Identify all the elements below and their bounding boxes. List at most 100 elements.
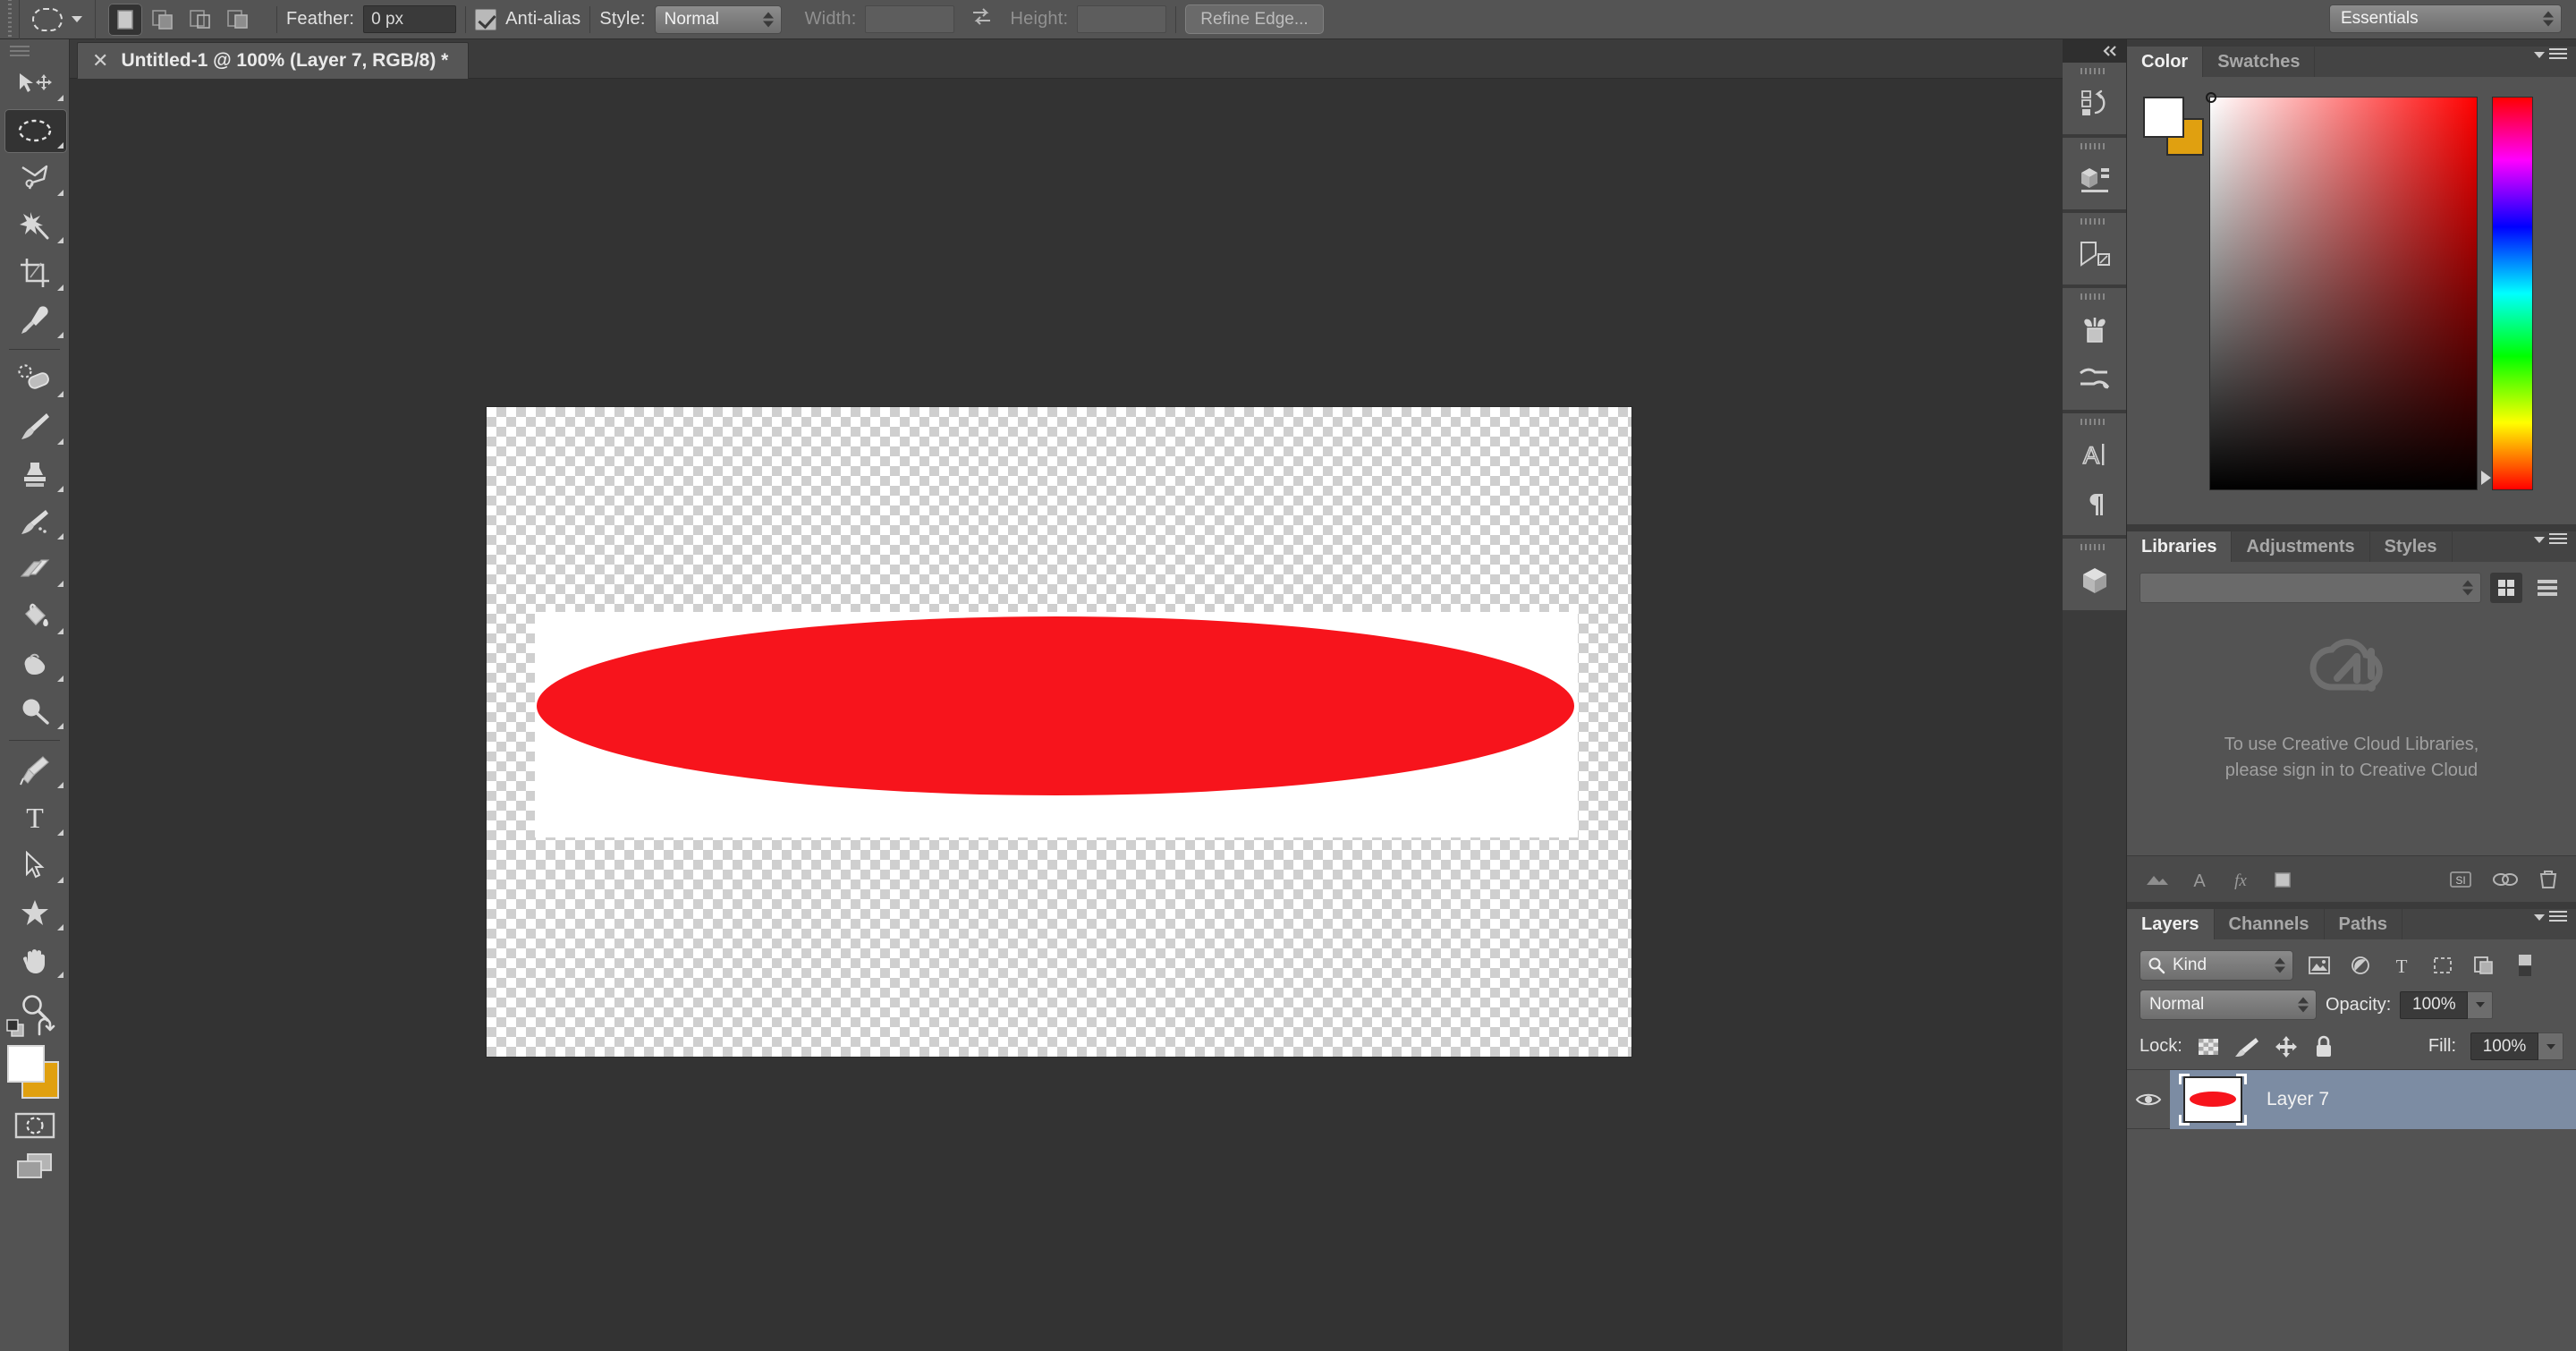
opacity-input[interactable]: 100%	[2400, 990, 2469, 1019]
grid-view-button[interactable]	[2490, 573, 2522, 603]
paragraph-panel-button[interactable]	[2063, 480, 2126, 530]
tab-styles[interactable]: Styles	[2369, 531, 2453, 562]
refine-edge-button[interactable]: Refine Edge...	[1185, 4, 1324, 34]
spinner-icon[interactable]	[2275, 957, 2285, 973]
link-library-icon[interactable]	[2492, 869, 2519, 890]
hue-slider[interactable]	[2492, 97, 2533, 490]
library-select[interactable]	[2140, 573, 2481, 603]
brush-presets-panel-button[interactable]	[2063, 304, 2126, 354]
document-tab[interactable]: ✕ Untitled-1 @ 100% (Layer 7, RGB/8) *	[77, 42, 470, 79]
add-character-style-icon[interactable]: A	[2190, 869, 2209, 890]
eyedropper-tool[interactable]	[0, 296, 70, 344]
layer-thumbnail[interactable]	[2183, 1075, 2242, 1123]
filter-smart-object-button[interactable]	[2469, 953, 2499, 978]
collapse-panels-button[interactable]	[2063, 39, 2126, 63]
opacity-dropdown-button[interactable]	[2468, 990, 2494, 1019]
dock-grip[interactable]	[2063, 138, 2126, 154]
layers-panel-menu-button[interactable]	[2534, 911, 2567, 924]
elliptical-marquee-tool[interactable]	[0, 106, 70, 154]
3d-panel-button[interactable]	[2063, 555, 2126, 605]
spinner-icon[interactable]	[2543, 11, 2554, 27]
hand-tool[interactable]	[0, 936, 70, 983]
delete-icon[interactable]	[2538, 869, 2558, 890]
anti-alias-toggle[interactable]: Anti-alias	[475, 8, 580, 30]
layer-name[interactable]: Layer 7	[2267, 1089, 2329, 1110]
character-panel-button[interactable]: A	[2063, 429, 2126, 480]
color-picker-marker[interactable]	[2206, 92, 2216, 103]
tab-color[interactable]: Color	[2127, 47, 2204, 77]
table-row[interactable]: Layer 7	[2127, 1069, 2576, 1129]
tab-libraries[interactable]: Libraries	[2127, 531, 2233, 562]
history-brush-tool[interactable]	[0, 497, 70, 545]
fill-control[interactable]: 100%	[2470, 1032, 2563, 1060]
history-panel-button[interactable]	[2063, 79, 2126, 129]
close-icon[interactable]: ✕	[92, 51, 108, 71]
filter-toggle-button[interactable]	[2510, 953, 2540, 978]
layer-visibility-toggle[interactable]	[2127, 1091, 2170, 1109]
style-select[interactable]: Normal	[654, 4, 782, 34]
sync-badge-icon[interactable]: SI	[2449, 869, 2472, 890]
brush-tool[interactable]	[0, 403, 70, 450]
dock-grip[interactable]	[2063, 539, 2126, 555]
filter-adjustment-layers-button[interactable]	[2345, 953, 2376, 978]
layer-row-main[interactable]: Layer 7	[2170, 1069, 2576, 1129]
tab-channels[interactable]: Channels	[2214, 909, 2325, 939]
layers-comp-panel-button[interactable]	[2063, 229, 2126, 279]
gradient-tool[interactable]	[0, 592, 70, 640]
lasso-tool[interactable]	[0, 154, 70, 201]
feather-input[interactable]: 0 px	[363, 5, 457, 33]
tab-paths[interactable]: Paths	[2324, 909, 2402, 939]
dock-grip[interactable]	[2063, 413, 2126, 429]
lock-transparent-pixels-icon[interactable]	[2197, 1036, 2220, 1058]
properties-panel-button[interactable]	[2063, 154, 2126, 204]
dock-grip[interactable]	[2063, 63, 2126, 79]
intersect-with-selection-button[interactable]	[221, 4, 255, 36]
canvas-area[interactable]	[70, 79, 2063, 1351]
spinner-icon[interactable]	[2298, 997, 2309, 1013]
filter-pixel-layers-button[interactable]	[2304, 953, 2334, 978]
crop-tool[interactable]	[0, 249, 70, 296]
tab-adjustments[interactable]: Adjustments	[2232, 531, 2370, 562]
dodge-tool[interactable]	[0, 687, 70, 735]
brush-settings-panel-button[interactable]	[2063, 354, 2126, 404]
subtract-from-selection-button[interactable]	[183, 4, 217, 36]
clone-stamp-tool[interactable]	[0, 450, 70, 497]
color-panel-foreground-swatch[interactable]	[2143, 97, 2184, 138]
list-view-button[interactable]	[2531, 573, 2563, 603]
anti-alias-checkbox[interactable]	[475, 8, 497, 30]
fill-input[interactable]: 100%	[2470, 1032, 2538, 1060]
options-bar-grip[interactable]	[0, 0, 20, 39]
tab-swatches[interactable]: Swatches	[2203, 47, 2316, 77]
filter-type-layers-button[interactable]: T	[2386, 953, 2417, 978]
tab-layers[interactable]: Layers	[2127, 909, 2215, 939]
dock-grip[interactable]	[2063, 213, 2126, 229]
screen-mode-button[interactable]	[0, 1145, 70, 1186]
blend-mode-select[interactable]: Normal	[2140, 990, 2317, 1020]
add-graphic-icon[interactable]	[2145, 869, 2170, 890]
lock-all-icon[interactable]	[2313, 1035, 2334, 1058]
hue-slider-marker[interactable]	[2481, 471, 2491, 485]
lock-image-pixels-icon[interactable]	[2234, 1036, 2259, 1058]
lock-position-icon[interactable]	[2274, 1035, 2299, 1058]
filter-shape-layers-button[interactable]	[2428, 953, 2458, 978]
pen-tool[interactable]	[0, 746, 70, 794]
libraries-panel-menu-button[interactable]	[2534, 533, 2567, 547]
spot-healing-brush-tool[interactable]	[0, 355, 70, 403]
quick-selection-tool[interactable]	[0, 201, 70, 249]
new-selection-button[interactable]	[108, 3, 142, 36]
spinner-icon[interactable]	[2462, 580, 2473, 596]
add-color-icon[interactable]	[2272, 869, 2293, 890]
dock-grip[interactable]	[2063, 288, 2126, 304]
add-layer-style-icon[interactable]: fx	[2229, 869, 2252, 890]
color-picker-field[interactable]	[2206, 92, 2478, 490]
artboard[interactable]	[487, 407, 1631, 1057]
quick-mask-button[interactable]	[0, 1106, 70, 1145]
path-selection-tool[interactable]	[0, 841, 70, 888]
fill-dropdown-button[interactable]	[2538, 1032, 2563, 1060]
add-to-selection-button[interactable]	[146, 4, 180, 36]
eraser-tool[interactable]	[0, 545, 70, 592]
filter-kind-select[interactable]: Kind	[2140, 950, 2293, 981]
height-input[interactable]	[1077, 5, 1167, 33]
foreground-color-swatch[interactable]	[7, 1045, 45, 1083]
chevron-down-icon[interactable]	[72, 16, 82, 22]
